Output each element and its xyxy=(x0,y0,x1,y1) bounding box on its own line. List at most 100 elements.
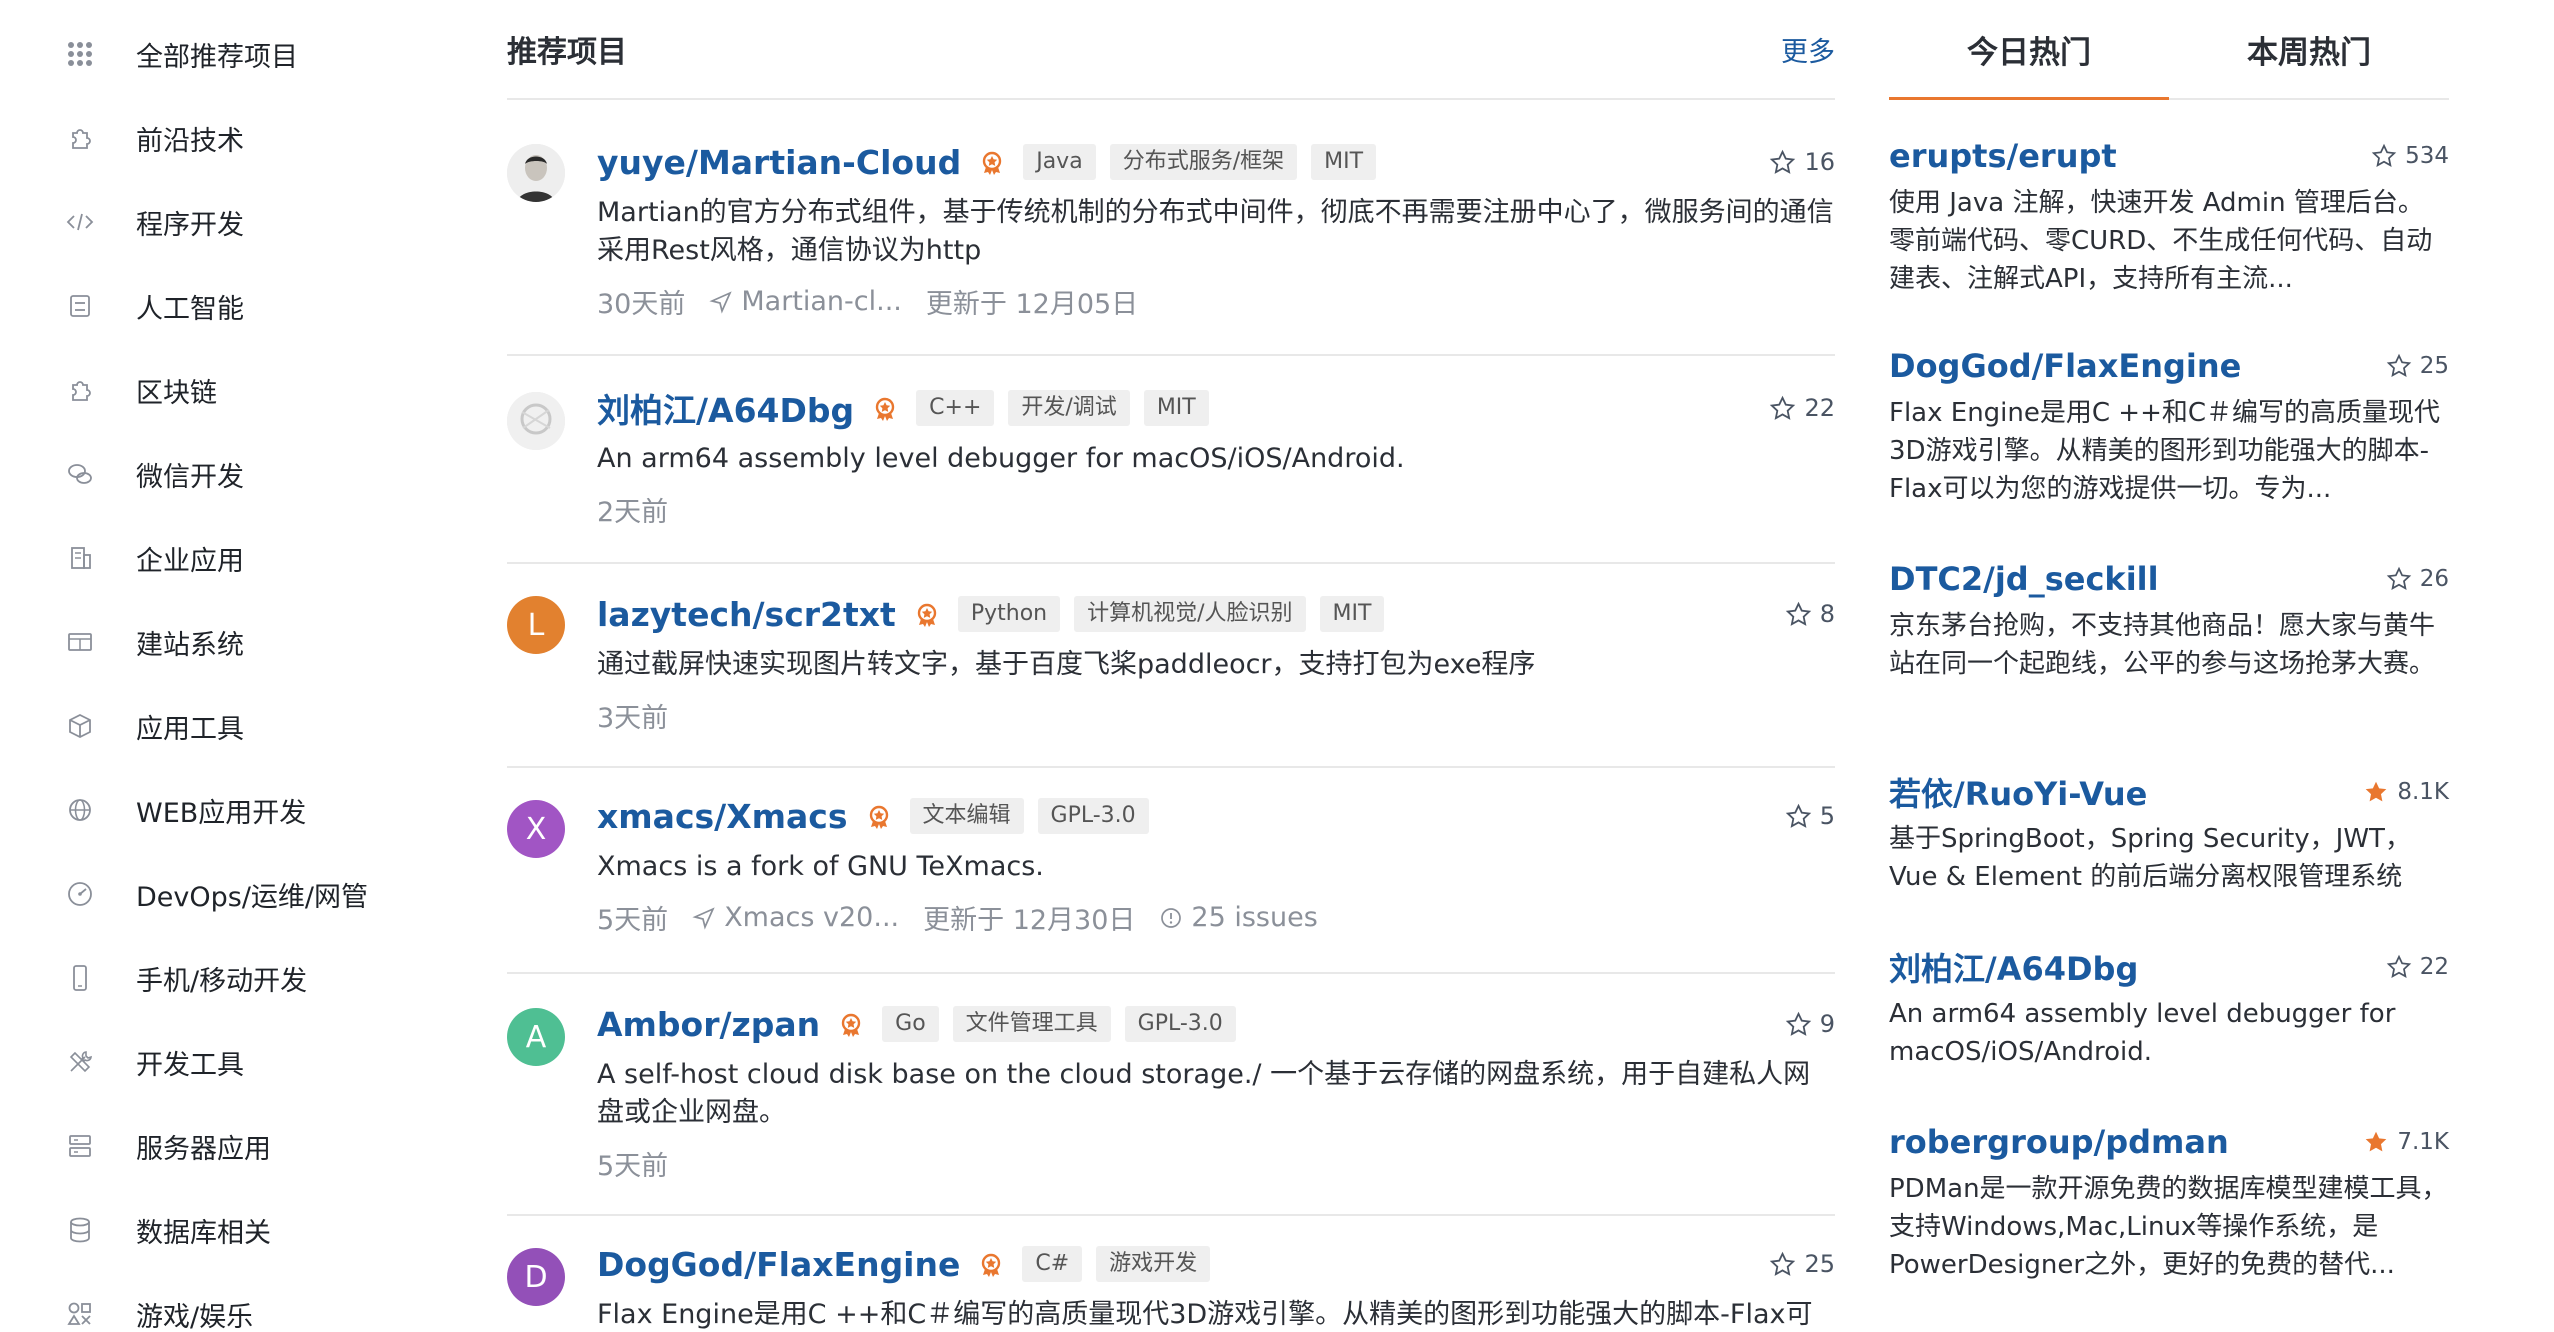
hot-project-link[interactable]: 刘柏江/A64Dbg xyxy=(1889,944,2138,990)
license-tag: MIT xyxy=(1319,596,1385,632)
star-count[interactable]: 22 xyxy=(1769,394,1835,422)
project-item: D DogGod/FlaxEngine C# 游戏开发 25 Flax Engi… xyxy=(507,1216,1835,1332)
grid-icon xyxy=(40,39,120,69)
star-outline-icon xyxy=(2386,353,2411,377)
star-count[interactable]: 9 xyxy=(1785,1010,1835,1038)
project-name-link[interactable]: yuye/Martian-Cloud xyxy=(597,143,961,182)
project-item: L lazytech/scr2txt Python 计算机视觉/人脸识别 MIT… xyxy=(507,564,1835,768)
language-tag[interactable]: Java xyxy=(1023,144,1096,180)
sidebar-item-ai[interactable]: 人工智能 xyxy=(40,264,440,348)
game-icon xyxy=(40,1299,120,1329)
category-sidebar: 全部推荐项目 前沿技术 程序开发 人工智能 区块链 微信开发 企业应用 建站系统… xyxy=(40,12,440,1332)
puzzle-icon xyxy=(40,375,120,405)
star-count[interactable]: 8 xyxy=(1785,600,1835,628)
sidebar-item-mobile[interactable]: 手机/移动开发 xyxy=(40,936,440,1020)
issues-count[interactable]: 25 issues xyxy=(1159,902,1318,933)
send-icon xyxy=(692,906,715,930)
hot-project-link[interactable]: 若依/RuoYi-Vue xyxy=(1889,769,2147,815)
hot-item: DogGod/FlaxEngine 25 Flax Engine是用C ++和C… xyxy=(1889,314,2449,527)
license-tag: GPL-3.0 xyxy=(1124,1006,1236,1042)
sidebar-item-devops[interactable]: DevOps/运维/网管 xyxy=(40,852,440,936)
sidebar-item-wechat[interactable]: 微信开发 xyxy=(40,432,440,516)
language-tag[interactable]: C++ xyxy=(916,390,995,426)
language-tag[interactable]: C# xyxy=(1022,1246,1083,1282)
tab-week-hot[interactable]: 本周热门 xyxy=(2169,0,2449,98)
star-count[interactable]: 22 xyxy=(2386,954,2449,980)
hot-project-description: PDMan是一款开源免费的数据库模型建模工具，支持Windows,Mac,Lin… xyxy=(1889,1174,2448,1280)
hot-item: 若依/RuoYi-Vue 8.1K 基于SpringBoot，Spring Se… xyxy=(1889,740,2449,915)
avatar[interactable] xyxy=(507,392,565,450)
sidebar-item-programming[interactable]: 程序开发 xyxy=(40,180,440,264)
category-tag[interactable]: 开发/调试 xyxy=(1008,390,1130,426)
star-count[interactable]: 534 xyxy=(2371,143,2449,169)
recommend-badge-icon xyxy=(978,1251,1004,1277)
project-name-link[interactable]: DogGod/FlaxEngine xyxy=(597,1245,960,1284)
project-header: DogGod/FlaxEngine C# 游戏开发 25 xyxy=(597,1216,1835,1284)
project-name-link[interactable]: lazytech/scr2txt xyxy=(597,595,896,634)
avatar[interactable]: L xyxy=(507,596,565,654)
sidebar-item-dev-tools[interactable]: 开发工具 xyxy=(40,1020,440,1104)
star-count[interactable]: 8.1K xyxy=(2363,779,2449,805)
project-item: 刘柏江/A64Dbg C++ 开发/调试 MIT 22 An arm64 ass… xyxy=(507,356,1835,564)
section-title: 推荐项目 xyxy=(507,35,627,70)
sidebar-item-games[interactable]: 游戏/娱乐 xyxy=(40,1272,440,1332)
avatar[interactable]: X xyxy=(507,800,565,858)
issues-label: 25 issues xyxy=(1191,902,1318,933)
language-tag[interactable]: Python xyxy=(957,596,1061,632)
sidebar-item-database[interactable]: 数据库相关 xyxy=(40,1188,440,1272)
tab-today-hot[interactable]: 今日热门 xyxy=(1889,0,2169,100)
star-count[interactable]: 26 xyxy=(2386,566,2449,592)
hot-project-link[interactable]: DTC2/jd_seckill xyxy=(1889,560,2159,598)
project-name-link[interactable]: Ambor/zpan xyxy=(597,1005,820,1044)
hot-item: DTC2/jd_seckill 26 京东茅台抢购，不支持其他商品！愿大家与黄牛… xyxy=(1889,527,2449,740)
star-outline-icon xyxy=(1785,1011,1811,1036)
hot-tabs: 今日热门 本周热门 xyxy=(1889,0,2449,100)
send-icon xyxy=(709,290,733,314)
star-count[interactable]: 16 xyxy=(1769,148,1835,176)
sidebar-item-site-builder[interactable]: 建站系统 xyxy=(40,600,440,684)
avatar-letter: X xyxy=(525,811,547,847)
sidebar-item-server[interactable]: 服务器应用 xyxy=(40,1104,440,1188)
latest-release[interactable]: Xmacs v20... xyxy=(692,902,899,933)
star-count[interactable]: 25 xyxy=(1769,1250,1835,1278)
sidebar-item-app-tools[interactable]: 应用工具 xyxy=(40,684,440,768)
project-description: 通过截屏快速实现图片转文字，基于百度飞桨paddleocr，支持打包为exe程序 xyxy=(597,649,1536,680)
avatar[interactable]: A xyxy=(507,1008,565,1066)
sidebar-item-all[interactable]: 全部推荐项目 xyxy=(40,12,440,96)
project-item: yuye/Martian-Cloud Java 分布式服务/框架 MIT 16 … xyxy=(507,100,1835,356)
latest-release[interactable]: Martian-cl... xyxy=(709,286,902,317)
star-count[interactable]: 25 xyxy=(2386,353,2449,379)
release-name: Xmacs v20... xyxy=(724,902,900,933)
category-tag[interactable]: 分布式服务/框架 xyxy=(1109,144,1298,180)
sidebar-item-frontier-tech[interactable]: 前沿技术 xyxy=(40,96,440,180)
star-count-value: 25 xyxy=(1804,1250,1835,1278)
star-outline-icon xyxy=(1785,803,1811,828)
category-tag[interactable]: 计算机视觉/人脸识别 xyxy=(1074,596,1306,632)
release-name: Martian-cl... xyxy=(741,286,902,317)
project-header: lazytech/scr2txt Python 计算机视觉/人脸识别 MIT 8 xyxy=(597,564,1835,634)
sidebar-item-web-dev[interactable]: WEB应用开发 xyxy=(40,768,440,852)
sidebar-item-blockchain[interactable]: 区块链 xyxy=(40,348,440,432)
category-tag[interactable]: 游戏开发 xyxy=(1096,1246,1211,1282)
chat-icon xyxy=(40,459,120,489)
project-meta: 30天前 Martian-cl... 更新于 12月05日 xyxy=(597,282,1835,321)
project-name-link[interactable]: 刘柏江/A64Dbg xyxy=(597,384,854,432)
project-name-link[interactable]: xmacs/Xmacs xyxy=(597,797,848,836)
star-count-value: 7.1K xyxy=(2397,1129,2449,1155)
sidebar-item-label: 前沿技术 xyxy=(136,125,244,157)
avatar[interactable] xyxy=(507,144,565,202)
hot-project-link[interactable]: robergroup/pdman xyxy=(1889,1123,2229,1161)
category-tag[interactable]: 文件管理工具 xyxy=(952,1006,1111,1042)
sidebar-item-enterprise[interactable]: 企业应用 xyxy=(40,516,440,600)
star-outline-icon xyxy=(1770,395,1796,420)
hot-project-link[interactable]: DogGod/FlaxEngine xyxy=(1889,347,2241,385)
star-count[interactable]: 7.1K xyxy=(2363,1129,2449,1155)
avatar[interactable]: D xyxy=(507,1248,565,1306)
language-tag[interactable]: Go xyxy=(882,1006,939,1042)
category-tag[interactable]: 文本编辑 xyxy=(909,798,1024,834)
project-meta: 5天前 xyxy=(597,1144,1835,1183)
hot-project-link[interactable]: erupts/erupt xyxy=(1889,137,2117,175)
star-count[interactable]: 5 xyxy=(1785,802,1835,830)
more-link[interactable]: 更多 xyxy=(1781,30,1835,69)
project-meta: 3天前 xyxy=(597,696,1835,735)
